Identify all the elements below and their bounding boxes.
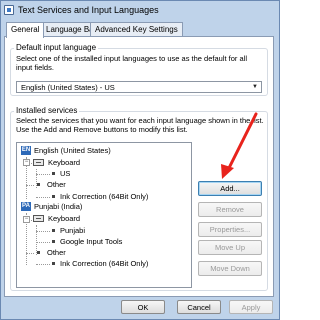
default-language-description: Select one of the installed input langua…	[16, 54, 247, 72]
language-badge-icon: PA	[21, 202, 31, 211]
dropdown-arrow-icon: ▼	[252, 84, 258, 90]
tree-category-keyboard[interactable]: Keyboard	[48, 158, 80, 167]
default-language-dropdown[interactable]: English (United States) - US ▼	[16, 81, 262, 93]
ok-button[interactable]: OK	[121, 300, 165, 314]
tree-item-punjabi[interactable]: Punjabi	[60, 226, 85, 235]
properties-button[interactable]: Properties...	[198, 222, 262, 237]
default-language-selected: English (United States) - US	[21, 83, 115, 92]
installed-services-tree[interactable]: EN English (United States) − Keyboard US…	[16, 142, 192, 288]
add-button[interactable]: Add...	[198, 181, 262, 196]
default-language-group-label: Default input language	[14, 43, 99, 52]
annotation-arrow	[210, 112, 258, 180]
tree-bullet	[52, 172, 55, 175]
tab-advanced-key-settings[interactable]: Advanced Key Settings	[90, 22, 183, 37]
tree-bullet	[52, 195, 55, 198]
tree-item-us[interactable]: US	[60, 169, 70, 178]
app-icon	[4, 5, 14, 15]
expander-icon[interactable]: −	[23, 216, 30, 223]
move-down-button[interactable]: Move Down	[198, 261, 262, 276]
tree-category-keyboard[interactable]: Keyboard	[48, 214, 80, 223]
tree-item-ink-correction[interactable]: Ink Correction (64Bit Only)	[60, 259, 148, 268]
tree-category-other[interactable]: Other	[47, 180, 66, 189]
installed-services-group-label: Installed services	[14, 106, 80, 115]
cancel-button[interactable]: Cancel	[177, 300, 221, 314]
move-up-button[interactable]: Move Up	[198, 240, 262, 255]
tree-language-punjabi[interactable]: Punjabi (India)	[34, 202, 82, 211]
tree-bullet	[52, 229, 55, 232]
window-title: Text Services and Input Languages	[18, 5, 159, 15]
tree-item-google-input-tools[interactable]: Google Input Tools	[60, 237, 122, 246]
title-bar[interactable]: Text Services and Input Languages	[0, 0, 280, 22]
tree-category-other[interactable]: Other	[47, 248, 66, 257]
remove-button[interactable]: Remove	[198, 202, 262, 217]
tree-bullet	[37, 183, 40, 186]
tree-item-ink-correction[interactable]: Ink Correction (64Bit Only)	[60, 192, 148, 201]
apply-button[interactable]: Apply	[229, 300, 273, 314]
tab-general[interactable]: General	[6, 22, 45, 38]
tree-bullet	[52, 240, 55, 243]
keyboard-icon	[33, 215, 44, 222]
tree-bullet	[37, 251, 40, 254]
keyboard-icon	[33, 159, 44, 166]
expander-icon[interactable]: −	[23, 159, 30, 166]
tree-language-english[interactable]: English (United States)	[34, 146, 111, 155]
language-badge-icon: EN	[21, 146, 31, 155]
tree-bullet	[52, 262, 55, 265]
